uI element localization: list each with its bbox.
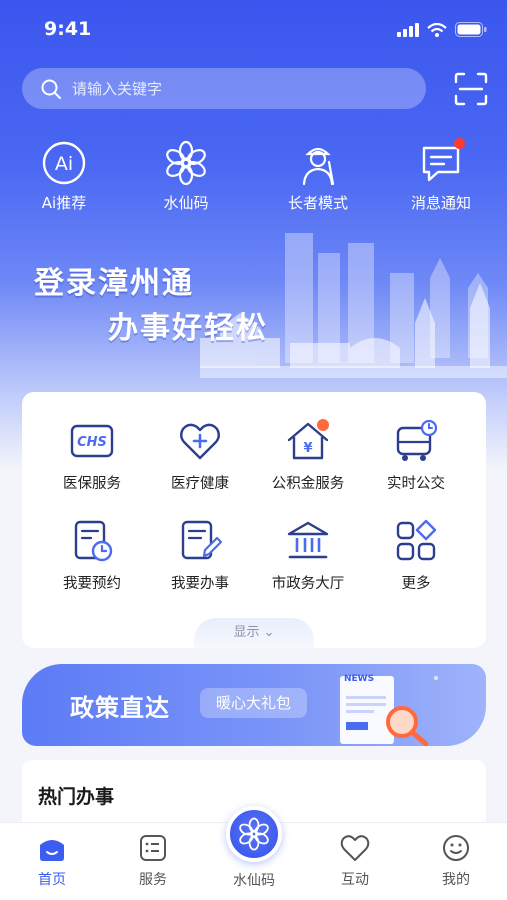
government-hall-icon: [287, 521, 329, 559]
elder-icon: [302, 147, 335, 186]
quick-action-ai[interactable]: Ai Ai推荐: [9, 140, 119, 213]
task-icon: [181, 520, 223, 560]
services-card: CHS 医保服务 医疗健康 ¥ 公积金服务 实时公交 我要预约 我要办事 市政务…: [22, 392, 486, 648]
more-icon: [396, 519, 437, 561]
tab-label: 水仙码: [233, 873, 275, 889]
slogan-line-2: 办事好轻松: [108, 311, 268, 346]
service-realtime-bus[interactable]: 实时公交: [358, 418, 474, 493]
home-icon: [40, 840, 64, 861]
signal-icon: [397, 22, 419, 37]
quick-action-messages[interactable]: 消息通知: [386, 138, 496, 213]
search-input[interactable]: [72, 79, 392, 98]
service-icon: [140, 835, 166, 861]
service-medical-insurance[interactable]: CHS 医保服务: [34, 418, 150, 493]
service-more[interactable]: 更多: [358, 518, 474, 593]
banner-title: 政策直达: [70, 694, 170, 722]
tab-narcissus-code-button[interactable]: [226, 806, 282, 862]
ai-icon: Ai: [42, 141, 86, 185]
service-label: 我要办事: [171, 576, 229, 592]
bus-icon: [396, 419, 438, 461]
service-label: 医保服务: [63, 476, 121, 492]
city-skyline-illustration: [200, 233, 507, 378]
banner-pill: 暖心大礼包: [200, 688, 308, 718]
hot-services-title: 热门办事: [38, 786, 115, 808]
service-label: 医疗健康: [171, 476, 229, 492]
tab-label: 服务: [139, 872, 167, 888]
service-label: 实时公交: [387, 476, 445, 492]
quick-action-narcissus-code[interactable]: 水仙码: [131, 140, 241, 213]
status-bar: 9:41: [0, 0, 507, 62]
heart-plus-icon: [180, 423, 220, 460]
policy-banner[interactable]: 政策直达 暖心大礼包 NEWS: [22, 664, 486, 746]
slogan-line-1: 登录漳州通: [34, 266, 194, 301]
service-label: 更多: [401, 576, 431, 592]
chs-icon: CHS: [70, 424, 114, 458]
news-tag: NEWS: [344, 674, 375, 684]
scan-icon[interactable]: [454, 72, 488, 106]
show-more-toggle[interactable]: 显示 ⌄: [194, 618, 314, 648]
status-time: 9:41: [44, 18, 92, 40]
quick-action-label: 消息通知: [410, 194, 471, 212]
tab-home[interactable]: 首页: [12, 833, 92, 889]
appointment-icon: [74, 520, 113, 562]
heart-icon: [340, 835, 370, 861]
search-bar[interactable]: [22, 68, 426, 109]
service-label: 我要预约: [63, 576, 121, 592]
service-handle-affairs[interactable]: 我要办事: [142, 518, 258, 593]
service-housing-fund[interactable]: ¥ 公积金服务: [250, 418, 366, 493]
quick-action-label: Ai推荐: [41, 194, 87, 212]
service-label: 市政务大厅: [271, 576, 345, 592]
tab-interaction[interactable]: 互动: [315, 833, 395, 889]
chevron-down-icon: ⌄: [263, 625, 275, 640]
quick-actions: Ai Ai推荐 水仙码 长者模式 消息通知: [0, 138, 507, 220]
svg-text:¥: ¥: [303, 441, 312, 456]
quick-action-label: 长者模式: [287, 194, 348, 212]
tab-mine[interactable]: 我的: [416, 833, 496, 889]
quick-action-elder-mode[interactable]: 长者模式: [263, 140, 373, 213]
quick-action-label: 水仙码: [163, 194, 209, 212]
show-toggle-label: 显示: [233, 625, 260, 640]
unread-badge: [454, 138, 465, 149]
narcissus-icon: [239, 817, 269, 851]
smile-icon: [443, 835, 469, 861]
search-icon: [41, 79, 61, 99]
service-healthcare[interactable]: 医疗健康: [142, 418, 258, 493]
wifi-icon: [427, 22, 447, 37]
svg-text:Ai: Ai: [55, 153, 73, 175]
tab-label: 首页: [38, 872, 66, 888]
narcissus-icon: [166, 140, 206, 186]
service-government-hall[interactable]: 市政务大厅: [250, 518, 366, 593]
status-icons: [397, 22, 487, 37]
svg-text:CHS: CHS: [77, 435, 107, 450]
tab-label: 互动: [341, 872, 369, 888]
service-label: 公积金服务: [271, 476, 345, 492]
service-appointment[interactable]: 我要预约: [34, 518, 150, 593]
tab-label: 我的: [442, 872, 470, 888]
tab-services[interactable]: 服务: [113, 833, 193, 889]
house-fund-icon: ¥: [287, 419, 329, 460]
battery-icon: [455, 22, 487, 37]
